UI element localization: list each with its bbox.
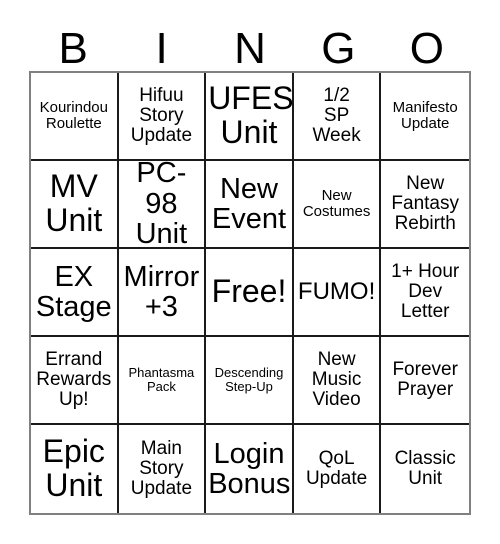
bingo-letter: G — [321, 24, 356, 74]
bingo-letter: N — [234, 24, 266, 74]
bingo-cell-label: 1+ Hour Dev Letter — [391, 261, 460, 322]
bingo-letter: B — [58, 24, 88, 74]
bingo-cell[interactable]: Forever Prayer — [381, 337, 469, 425]
bingo-cell-label: Forever Prayer — [392, 359, 458, 400]
bingo-cell[interactable]: Main Story Update — [118, 425, 207, 513]
bingo-cell[interactable]: EX Stage — [31, 249, 119, 337]
bingo-cell-label: EX Stage — [35, 260, 112, 323]
bingo-cell[interactable]: New Costumes — [293, 161, 382, 249]
bingo-cell[interactable]: PC-98 Unit — [118, 161, 207, 249]
bingo-header-letter-g: G — [294, 12, 382, 74]
bingo-cell[interactable]: Phantasma Pack — [118, 337, 207, 425]
bingo-cell-label: Manifesto Update — [392, 99, 458, 132]
bingo-cell[interactable]: New Event — [206, 161, 294, 249]
bingo-cell-label: Login Bonus — [208, 437, 291, 500]
bingo-header-letter-b: B — [29, 12, 117, 74]
bingo-cell-label: Descending Step-Up — [214, 365, 284, 394]
bingo-cell[interactable]: 1+ Hour Dev Letter — [381, 249, 469, 337]
bingo-free-space[interactable]: Free! — [206, 249, 294, 337]
bingo-cell-label: New Costumes — [302, 187, 371, 220]
bingo-cell[interactable]: Epic Unit — [31, 425, 119, 513]
bingo-cell-label: QoL Update — [305, 448, 368, 489]
bingo-cell[interactable]: New Music Video — [293, 337, 382, 425]
bingo-cell[interactable]: Errand Rewards Up! — [31, 337, 119, 425]
bingo-cell[interactable]: MV Unit — [31, 161, 119, 249]
bingo-cell-label: Hifuu Story Update — [130, 85, 193, 146]
bingo-cell-label: Errand Rewards Up! — [36, 349, 112, 410]
bingo-cell[interactable]: FUMO! — [293, 249, 382, 337]
bingo-cell-label: UFES Unit — [208, 80, 294, 150]
bingo-cell-label: 1/2 SP Week — [312, 85, 361, 146]
bingo-cell[interactable]: UFES Unit — [206, 73, 294, 161]
bingo-card: B I N G O Kourindou Roulette Hifuu Story… — [0, 0, 500, 544]
bingo-header-letter-i: I — [117, 12, 205, 74]
bingo-cell-label: Mirror +3 — [123, 260, 200, 323]
bingo-cell[interactable]: New Fantasy Rebirth — [381, 161, 469, 249]
bingo-cell[interactable]: Mirror +3 — [118, 249, 207, 337]
bingo-cell[interactable]: Descending Step-Up — [206, 337, 294, 425]
bingo-header-letter-o: O — [383, 12, 471, 74]
bingo-cell-label: Phantasma Pack — [128, 365, 195, 394]
bingo-cell-label: New Event — [211, 172, 287, 235]
bingo-cell[interactable]: Classic Unit — [381, 425, 469, 513]
bingo-cell-label: Free! — [211, 273, 287, 310]
bingo-cell[interactable]: Kourindou Roulette — [31, 73, 119, 161]
bingo-header-letter-n: N — [206, 12, 294, 74]
bingo-cell-label: Classic Unit — [394, 448, 456, 489]
bingo-cell[interactable]: Hifuu Story Update — [118, 73, 207, 161]
bingo-letter: I — [155, 24, 168, 74]
bingo-cell[interactable]: QoL Update — [293, 425, 382, 513]
bingo-grid: Kourindou Roulette Hifuu Story Update UF… — [29, 71, 471, 515]
bingo-cell-label: Kourindou Roulette — [39, 99, 108, 132]
bingo-header: B I N G O — [29, 12, 471, 74]
bingo-cell-label: Epic Unit — [42, 433, 105, 503]
bingo-cell[interactable]: Manifesto Update — [381, 73, 469, 161]
bingo-cell[interactable]: 1/2 SP Week — [293, 73, 382, 161]
bingo-cell-label: New Music Video — [311, 349, 362, 410]
bingo-cell-label: Main Story Update — [130, 438, 193, 499]
bingo-cell-label: New Fantasy Rebirth — [391, 173, 459, 234]
bingo-cell[interactable]: Login Bonus — [206, 425, 294, 513]
bingo-cell-label: PC-98 Unit — [135, 161, 188, 249]
bingo-letter: O — [409, 24, 444, 74]
bingo-cell-label: MV Unit — [45, 168, 103, 238]
bingo-cell-label: FUMO! — [297, 278, 376, 306]
